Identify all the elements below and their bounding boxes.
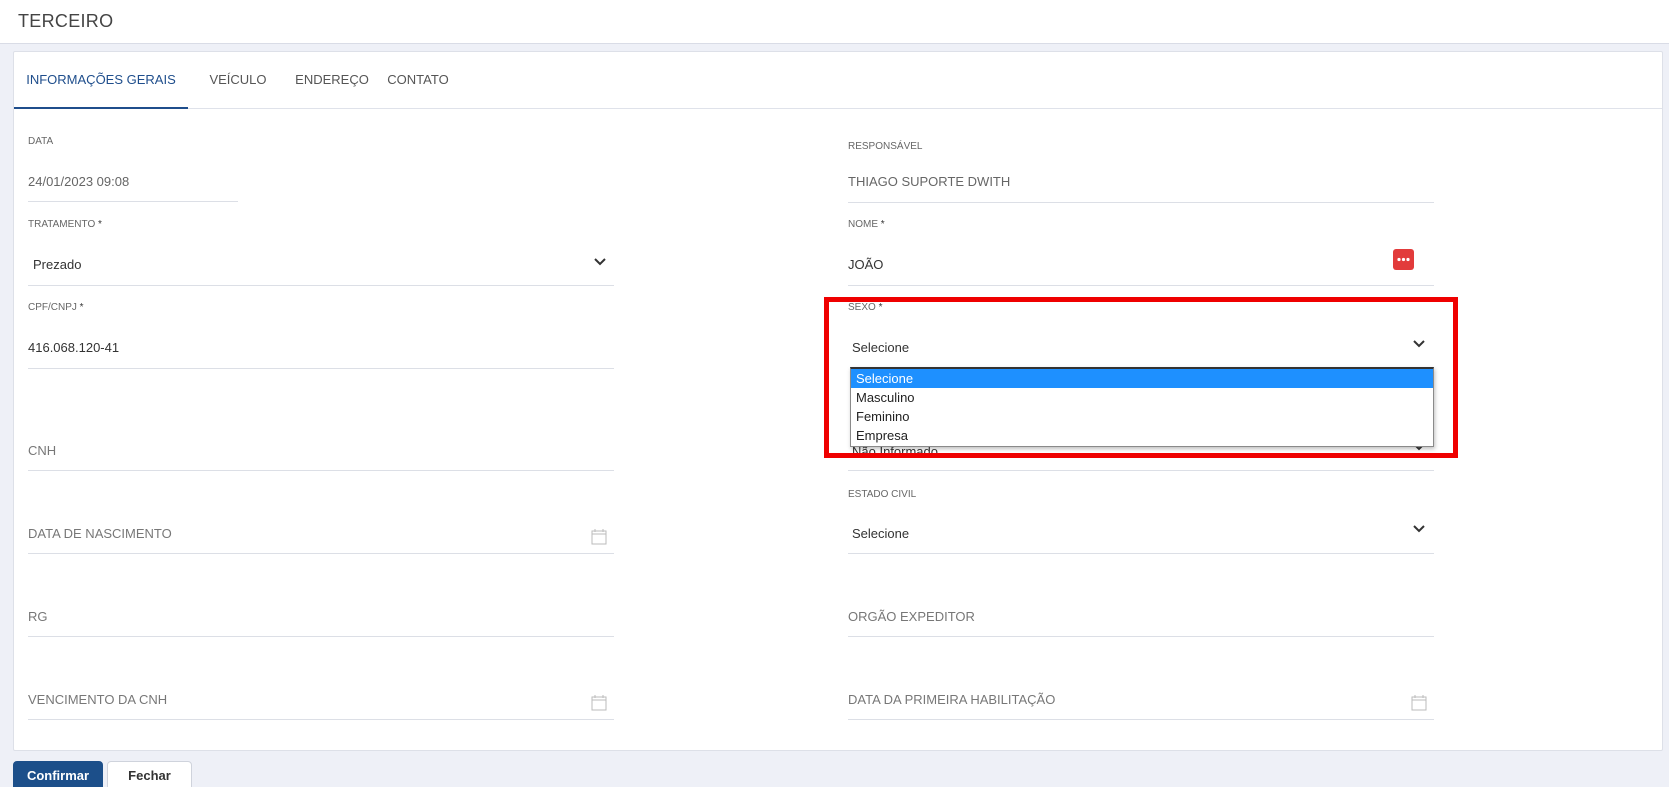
sexo-label: SEXO bbox=[848, 302, 882, 313]
chevron-down-icon[interactable] bbox=[1412, 337, 1426, 351]
top-bar: TERCEIRO bbox=[0, 0, 1669, 44]
rg-placeholder: RG bbox=[28, 609, 48, 624]
data-field: DATA 24/01/2023 09:08 bbox=[28, 136, 238, 202]
rg-underline bbox=[28, 636, 614, 637]
calendar-icon[interactable] bbox=[591, 528, 607, 545]
data-nascimento-placeholder: DATA DE NASCIMENTO bbox=[28, 526, 172, 541]
data-nascimento-field[interactable]: DATA DE NASCIMENTO bbox=[28, 523, 614, 554]
cnh-field[interactable]: CNH bbox=[28, 440, 614, 471]
page-title: TERCEIRO bbox=[18, 11, 114, 31]
cnh-placeholder: CNH bbox=[28, 443, 57, 458]
sexo-value: Selecione bbox=[852, 340, 910, 355]
rg-field[interactable]: RG bbox=[28, 606, 614, 637]
estado-civil-select[interactable]: ESTADO CIVIL Selecione bbox=[848, 489, 1434, 554]
cpf-label: CPF/CNPJ bbox=[28, 302, 84, 313]
sexo-option-masculino[interactable]: Masculino bbox=[851, 388, 1433, 407]
orgao-expeditor-field[interactable]: ORGÃO EXPEDITOR bbox=[848, 606, 1434, 637]
tratamento-select[interactable]: TRATAMENTO Prezado bbox=[28, 219, 614, 286]
nome-field[interactable]: NOME JOÃO bbox=[848, 219, 1434, 286]
data-primeira-habilitacao-placeholder: DATA DA PRIMEIRA HABILITAÇÃO bbox=[848, 692, 1056, 707]
sexo-select[interactable]: SEXO Selecione bbox=[848, 302, 1434, 355]
estado-civil-label: ESTADO CIVIL bbox=[848, 489, 917, 500]
tratamento-label: TRATAMENTO bbox=[28, 219, 102, 230]
data-underline bbox=[28, 201, 238, 202]
responsavel-underline bbox=[848, 202, 1434, 203]
responsavel-value: THIAGO SUPORTE DWITH bbox=[848, 174, 1011, 189]
cpf-underline bbox=[28, 368, 614, 369]
nome-value: JOÃO bbox=[848, 257, 884, 272]
confirm-button[interactable]: Confirmar bbox=[13, 761, 103, 787]
vencimento-cnh-field[interactable]: VENCIMENTO DA CNH bbox=[28, 689, 614, 720]
calendar-icon[interactable] bbox=[1411, 694, 1427, 711]
cpf-field[interactable]: CPF/CNPJ 416.068.120-41 bbox=[28, 302, 614, 369]
cnh-underline bbox=[28, 470, 614, 471]
chevron-down-icon[interactable] bbox=[1412, 522, 1426, 536]
sexo-option-selecione[interactable]: Selecione bbox=[851, 369, 1433, 388]
dots-icon[interactable] bbox=[1393, 249, 1414, 270]
tratamento-value: Prezado bbox=[33, 257, 82, 272]
sexo-option-empresa[interactable]: Empresa bbox=[851, 426, 1433, 445]
nome-label: NOME bbox=[848, 219, 885, 230]
calendar-icon[interactable] bbox=[591, 694, 607, 711]
estado-civil-underline bbox=[848, 553, 1434, 554]
nome-underline bbox=[848, 285, 1434, 286]
cpf-value: 416.068.120-41 bbox=[28, 340, 120, 355]
sexo-dropdown-list[interactable]: Selecione Masculino Feminino Empresa bbox=[850, 367, 1434, 447]
tab-bar: INFORMAÇÕES GERAIS VEÍCULO ENDEREÇO CONT… bbox=[14, 52, 1662, 109]
responsavel-field: RESPONSÁVEL THIAGO SUPORTE DWITH bbox=[848, 141, 1434, 203]
vencimento-cnh-placeholder: VENCIMENTO DA CNH bbox=[28, 692, 168, 707]
tab-contato[interactable]: CONTATO bbox=[368, 52, 468, 109]
tratamento-underline bbox=[28, 285, 614, 286]
data-nascimento-underline bbox=[28, 553, 614, 554]
data-value: 24/01/2023 09:08 bbox=[28, 174, 130, 189]
data-label: DATA bbox=[28, 136, 54, 147]
sexo-option-feminino[interactable]: Feminino bbox=[851, 407, 1433, 426]
vencimento-cnh-underline bbox=[28, 719, 614, 720]
estado-civil-value: Selecione bbox=[852, 526, 910, 541]
orgao-expeditor-placeholder: ORGÃO EXPEDITOR bbox=[848, 609, 975, 624]
data-primeira-habilitacao-field[interactable]: DATA DA PRIMEIRA HABILITAÇÃO bbox=[848, 689, 1434, 720]
orgao-expeditor-underline bbox=[848, 636, 1434, 637]
chevron-down-icon[interactable] bbox=[593, 255, 607, 269]
hidden-select-underline bbox=[848, 470, 1434, 471]
tab-informacoes-gerais[interactable]: INFORMAÇÕES GERAIS bbox=[14, 52, 188, 109]
data-primeira-habilitacao-underline bbox=[848, 719, 1434, 720]
close-button[interactable]: Fechar bbox=[107, 761, 192, 787]
responsavel-label: RESPONSÁVEL bbox=[848, 141, 923, 152]
